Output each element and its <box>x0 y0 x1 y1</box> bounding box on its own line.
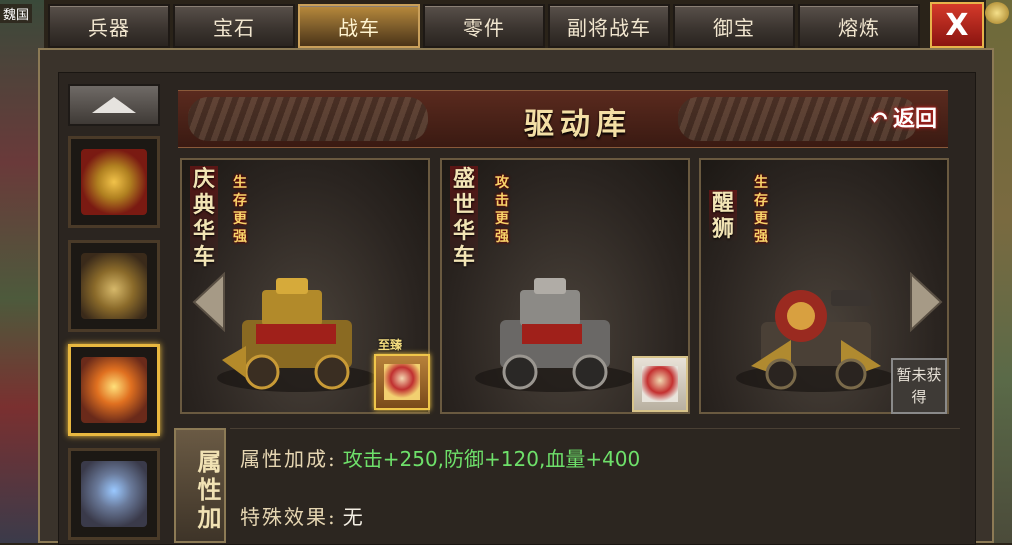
close-icon: X <box>945 7 969 43</box>
close-button[interactable]: X <box>930 2 984 48</box>
up-arrow-icon <box>92 97 136 113</box>
special-value: 无 <box>342 505 363 529</box>
tab-weapons[interactable]: 兵器 <box>48 4 170 48</box>
bonus-value: 攻击+250,防御+120,血量+400 <box>342 447 641 471</box>
chariot-image <box>731 260 901 400</box>
chariot-thumb-3[interactable] <box>68 344 160 436</box>
chariot-thumb-image <box>81 149 147 215</box>
chariot-tag: 生存更强 <box>754 175 768 245</box>
back-label: 返回 <box>892 106 937 132</box>
chariot-thumb-1[interactable] <box>68 136 160 228</box>
next-arrow-icon[interactable] <box>909 271 943 333</box>
chariot-card-2[interactable]: 盛世华车 攻击更强 <box>440 158 690 414</box>
panel-header: 驱动库 <box>178 90 948 148</box>
tab-gems[interactable]: 宝石 <box>173 4 295 48</box>
panel-title: 驱动库 <box>524 107 632 142</box>
bonus-label: 属性加成: <box>240 447 337 471</box>
region-label: 魏国 <box>0 4 33 23</box>
part-badge[interactable] <box>632 356 688 412</box>
chariot-card-3[interactable]: 醒狮 生存更强 暂未获得 <box>699 158 949 414</box>
tab-smelt[interactable]: 熔炼 <box>798 4 920 48</box>
chariot-image <box>212 260 382 400</box>
tab-parts[interactable]: 零件 <box>423 4 545 48</box>
tab-bar: 兵器 宝石 战车 零件 副将战车 御宝 熔炼 <box>44 0 924 50</box>
chariot-thumb-image <box>81 461 147 527</box>
tab-chariot[interactable]: 战车 <box>298 4 420 48</box>
quality-label: 至臻 <box>378 338 403 352</box>
bonus-row: 属性加成: 攻击+250,防御+120,血量+400 <box>240 443 640 472</box>
tab-deputy-chariot[interactable]: 副将战车 <box>548 4 670 48</box>
chariot-thumb-image <box>81 253 147 319</box>
coin-icon <box>985 2 1009 24</box>
prev-arrow-icon[interactable] <box>192 271 226 333</box>
chariot-tag: 攻击更强 <box>495 175 509 245</box>
chariot-image <box>470 260 640 400</box>
back-button[interactable]: ↶ 返回 <box>845 96 937 138</box>
special-row: 特殊效果: 无 <box>240 501 363 530</box>
chariot-thumb-4[interactable] <box>68 448 160 540</box>
back-arrow-icon: ↶ <box>868 102 889 132</box>
part-icon <box>642 366 678 402</box>
chariot-name: 庆典华车 <box>190 166 218 270</box>
part-icon <box>384 364 420 400</box>
attributes-tab[interactable]: 属性加 <box>174 428 226 543</box>
tab-treasure[interactable]: 御宝 <box>673 4 795 48</box>
chariot-thumb-2[interactable] <box>68 240 160 332</box>
attributes-panel: 属性加成: 攻击+250,防御+120,血量+400 特殊效果: 无 <box>230 428 960 544</box>
chariot-thumb-image <box>81 357 147 423</box>
chariot-name: 醒狮 <box>709 190 737 242</box>
special-label: 特殊效果: <box>240 505 337 529</box>
dragon-ornament-left <box>188 97 428 141</box>
chariot-tag: 生存更强 <box>233 175 247 245</box>
chariot-card-1[interactable]: 庆典华车 生存更强 至臻 <box>180 158 430 414</box>
chariot-name: 盛世华车 <box>450 166 478 270</box>
not-obtained-badge: 暂未获得 <box>891 358 947 414</box>
scroll-up-button[interactable] <box>68 84 160 126</box>
part-badge[interactable] <box>374 354 430 410</box>
